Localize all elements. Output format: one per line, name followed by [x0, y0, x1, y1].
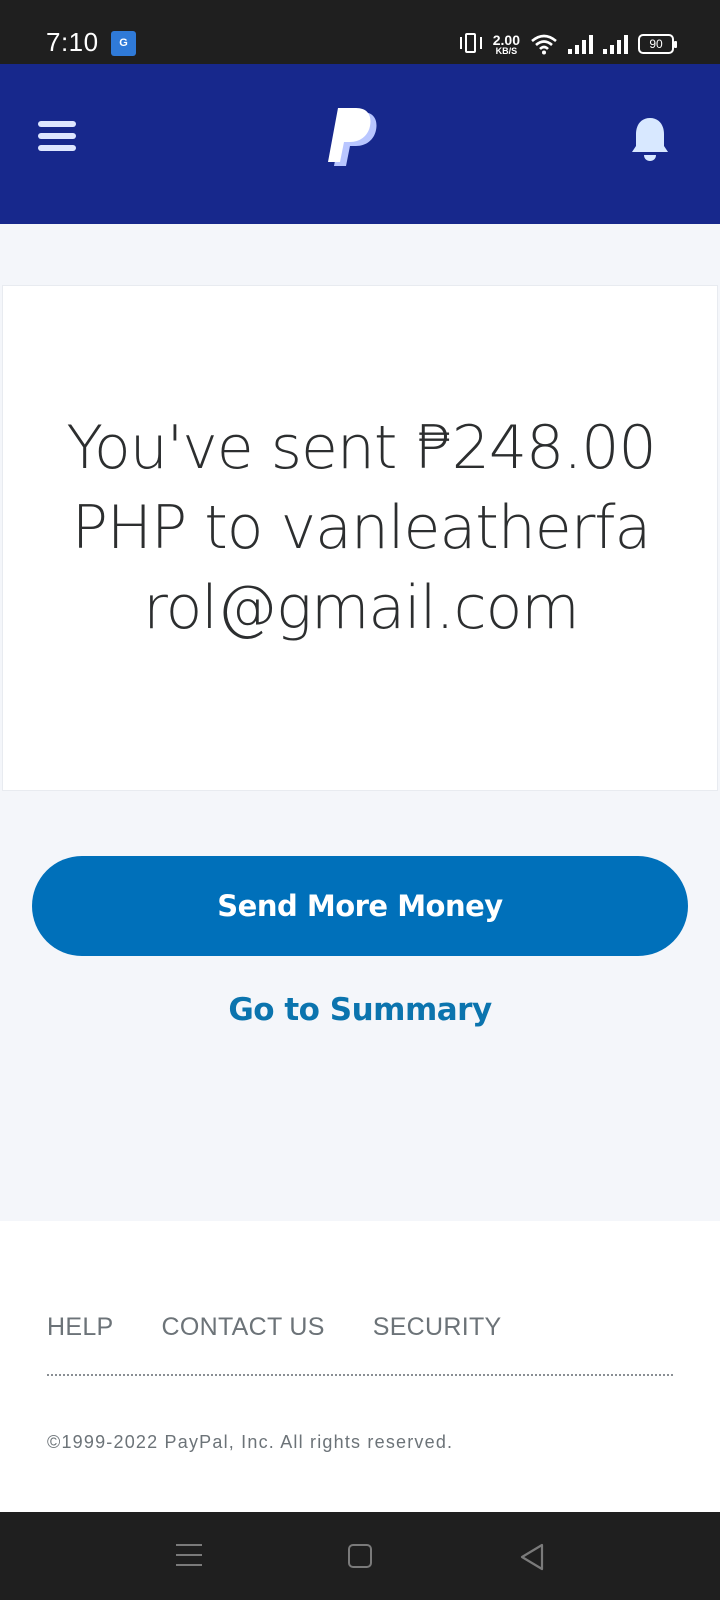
hamburger-menu-icon[interactable] — [38, 121, 76, 151]
network-speed: 2.00 KB/S — [493, 33, 520, 56]
home-icon[interactable] — [348, 1544, 372, 1568]
paypal-logo — [328, 108, 377, 166]
bell-icon[interactable] — [630, 116, 670, 162]
network-speed-unit: KB/S — [495, 45, 518, 56]
cell-signal-2-icon — [603, 34, 628, 54]
network-speed-value: 2.00 — [492, 31, 520, 48]
footer-link-security[interactable]: SECURITY — [373, 1313, 502, 1342]
status-time: 7:10 — [46, 27, 99, 57]
footer-link-contact-us[interactable]: CONTACT US — [162, 1313, 325, 1342]
cell-signal-1-icon — [568, 34, 593, 54]
notification-app-icon: G — [111, 31, 136, 56]
send-more-money-button[interactable]: Send More Money — [32, 856, 688, 956]
copyright-text: ©1999-2022 PayPal, Inc. All rights reser… — [47, 1432, 454, 1452]
wifi-icon — [531, 34, 557, 55]
footer-links: HELP CONTACT US SECURITY — [47, 1313, 502, 1342]
back-icon[interactable] — [518, 1542, 546, 1572]
confirmation-message: You've sent ₱248.00 PHP to vanleatherfar… — [66, 413, 656, 643]
app-header — [0, 64, 720, 224]
main-content: You've sent ₱248.00 PHP to vanleatherfar… — [0, 224, 720, 1221]
footer: HELP CONTACT US SECURITY ©1999-2022 PayP… — [0, 1221, 720, 1512]
footer-link-help[interactable]: HELP — [47, 1313, 114, 1342]
battery-icon: 90 — [638, 34, 677, 54]
footer-divider — [47, 1374, 673, 1376]
recent-apps-icon[interactable] — [176, 1544, 202, 1568]
status-bar: 7:10 G 2.00 KB/S 90 — [0, 0, 720, 64]
status-indicators: 2.00 KB/S 90 — [459, 26, 677, 62]
system-nav-bar — [0, 1512, 720, 1600]
go-to-summary-link[interactable]: Go to Summary — [0, 992, 720, 1028]
confirmation-card: You've sent ₱248.00 PHP to vanleatherfar… — [2, 285, 718, 791]
vibrate-icon — [459, 31, 483, 57]
